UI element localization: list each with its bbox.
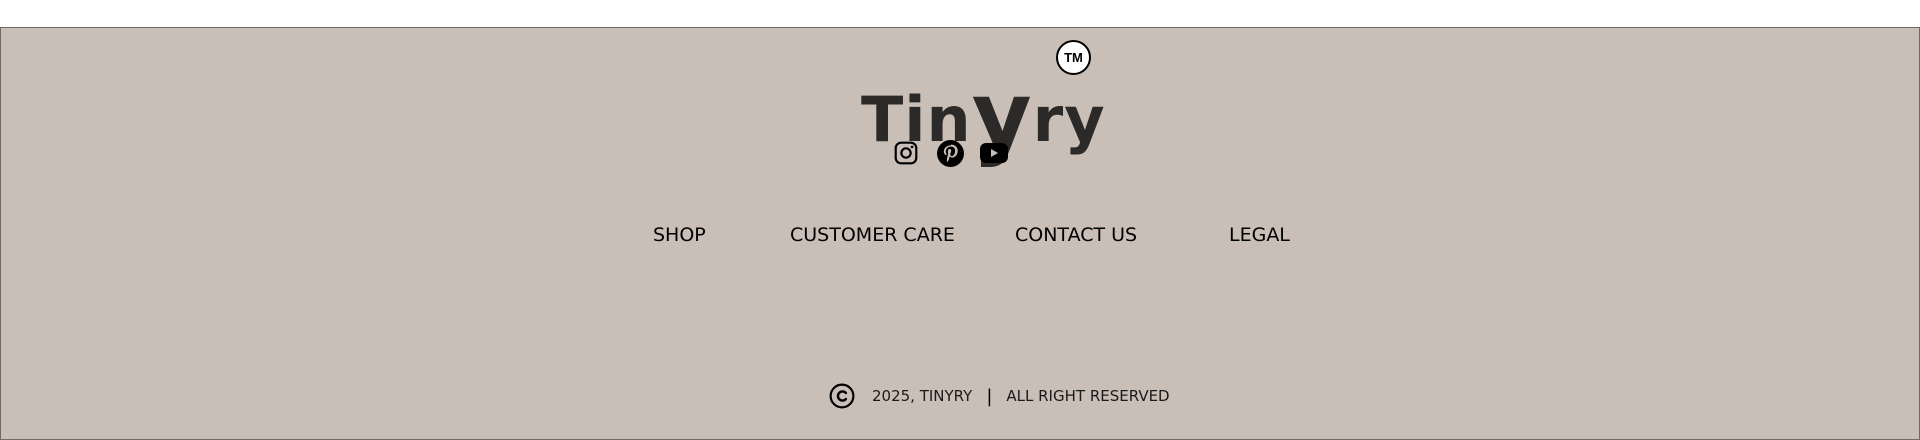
instagram-icon xyxy=(894,141,918,165)
nav-contact-us[interactable]: CONTACT US xyxy=(1015,224,1137,246)
logo-suffix: ry xyxy=(1032,83,1106,156)
copyright-rights: ALL RIGHT RESERVED xyxy=(1006,387,1170,405)
pinterest-link[interactable] xyxy=(935,138,965,168)
brand-logo[interactable]: Tinyry TM xyxy=(861,40,1106,162)
copyright-divider: | xyxy=(986,385,993,407)
copyright-owner: 2025, TINYRY xyxy=(872,387,973,405)
social-links xyxy=(891,138,1009,168)
nav-legal[interactable]: LEGAL xyxy=(1229,224,1290,246)
site-footer: Tinyry TM SHOP CUSTOMER CARE CONTACT US … xyxy=(0,27,1920,440)
pinterest-icon xyxy=(936,139,964,167)
copyright-icon xyxy=(829,383,855,409)
nav-customer-care[interactable]: CUSTOMER CARE xyxy=(790,224,955,246)
footer-nav: SHOP CUSTOMER CARE CONTACT US LEGAL xyxy=(1,224,1919,254)
trademark-badge: TM xyxy=(1056,40,1091,75)
copyright-bar: 2025, TINYRY | ALL RIGHT RESERVED xyxy=(829,383,1170,409)
youtube-icon xyxy=(980,143,1008,163)
instagram-link[interactable] xyxy=(891,138,921,168)
youtube-link[interactable] xyxy=(979,138,1009,168)
nav-shop[interactable]: SHOP xyxy=(653,224,706,246)
